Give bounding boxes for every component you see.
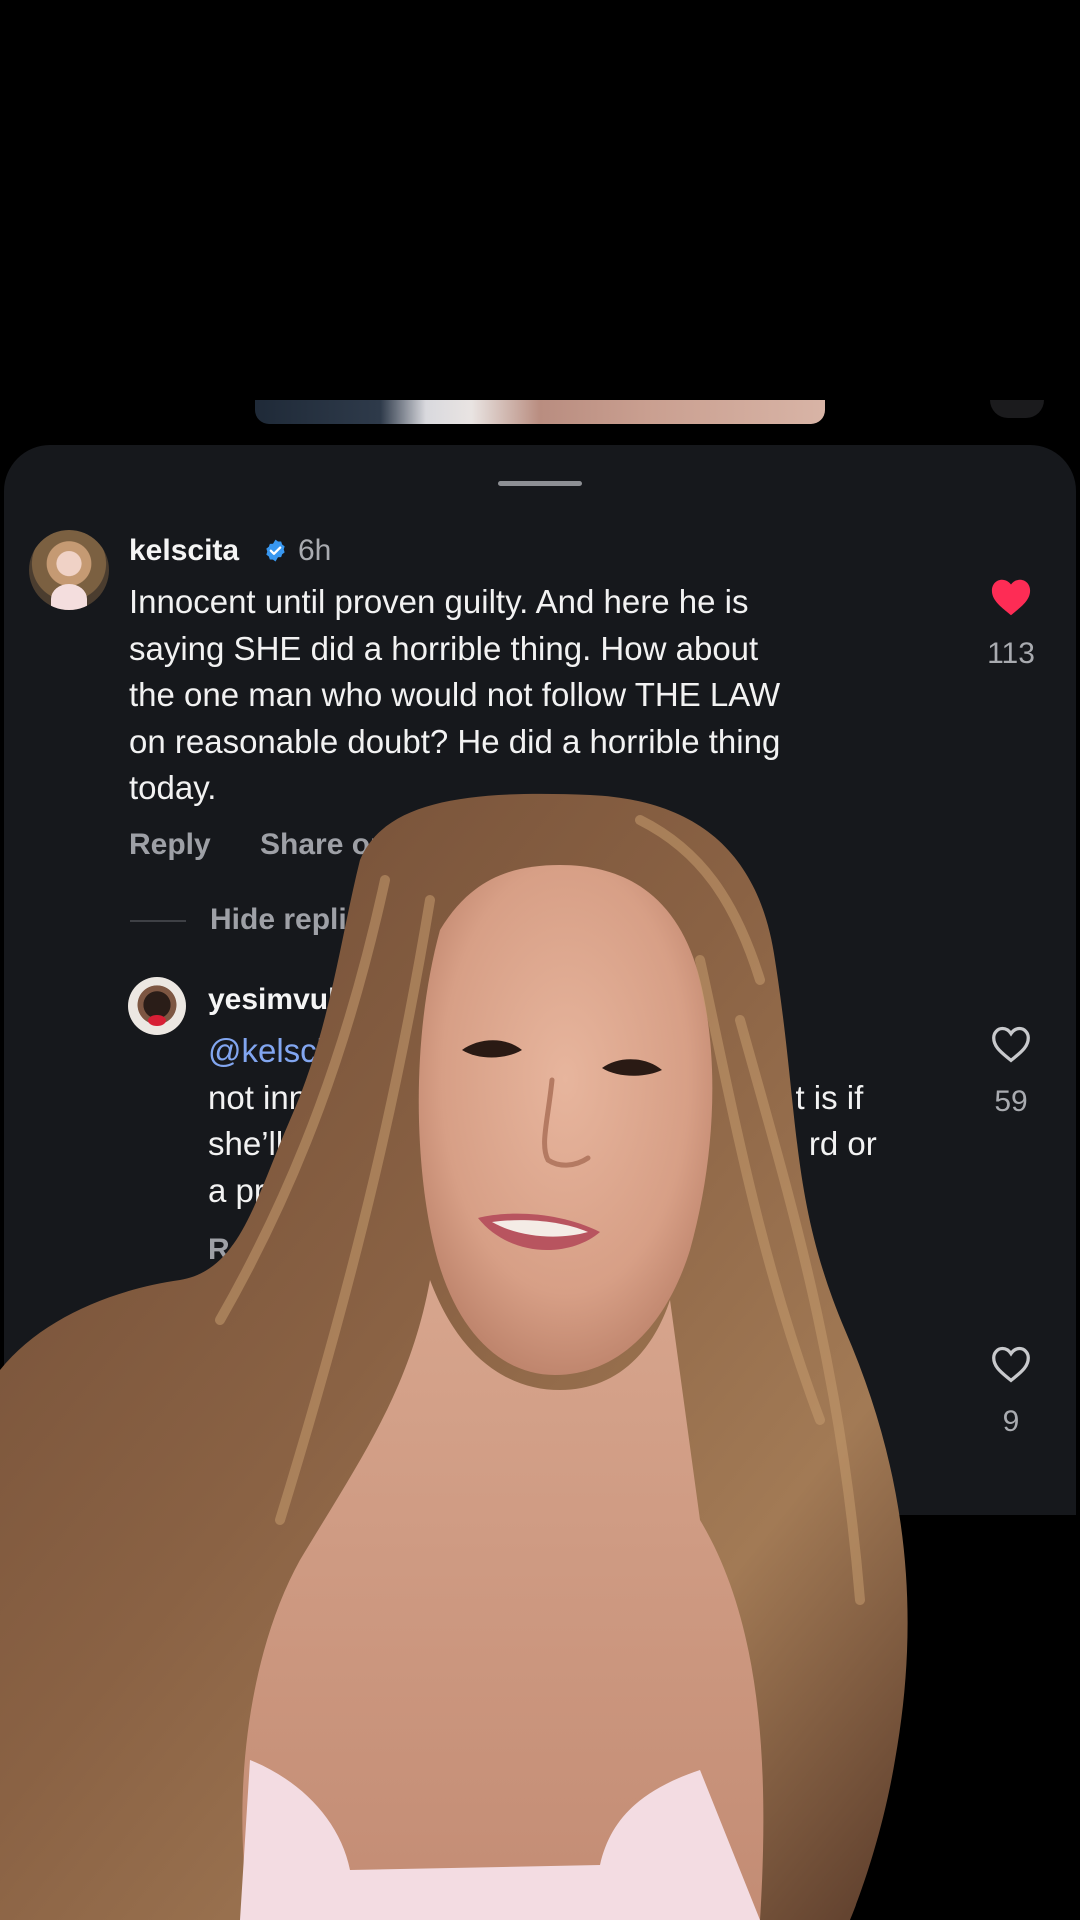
comment-like-count: 113 [987, 637, 1035, 670]
comment-text: Innocent until proven guilty. And here h… [129, 583, 781, 806]
comment-time: 6h [298, 534, 332, 567]
reply-text-line2-end: t is if [795, 1078, 864, 1116]
heart-outline-icon[interactable] [989, 1024, 1033, 1064]
share-button[interactable]: Share on T [260, 825, 415, 865]
heart-outline-icon[interactable] [989, 1344, 1033, 1384]
reply-text-line2-start: not inno [208, 1078, 326, 1116]
reply-text-line3-start: she’ll s [208, 1125, 309, 1162]
previous-post-image-edge [255, 400, 825, 424]
reply-avatar[interactable] [128, 977, 186, 1035]
reply-username[interactable]: yesimvuk [208, 980, 345, 1020]
liked-heart-icon[interactable] [989, 577, 1033, 617]
video-top-area [0, 0, 1080, 440]
hide-replies-button[interactable]: Hide replie [210, 900, 363, 940]
reply-text: @kelscit she’s not inno t is if she’ll s rd… [208, 1028, 938, 1214]
verified-badge-icon [266, 539, 285, 562]
sheet-drag-handle[interactable] [498, 481, 582, 486]
reply-mention[interactable]: @kelscit [208, 1032, 333, 1069]
reply-text-line4-start: a pris [208, 1171, 289, 1209]
next-reply-like-count: 9 [1002, 1405, 1020, 1438]
commenter-avatar[interactable] [29, 530, 109, 610]
replies-divider [130, 920, 186, 922]
reply-reply-button[interactable]: Rep [208, 1230, 265, 1270]
reply-button[interactable]: Reply [129, 825, 211, 865]
reply-text-line1-end: she’s [703, 1032, 780, 1069]
creator-top [240, 1760, 760, 1920]
reply-like-count: 59 [994, 1085, 1028, 1118]
commenter-username[interactable]: kelscita [129, 531, 239, 571]
reply-text-line3-end: rd or [808, 1125, 877, 1162]
